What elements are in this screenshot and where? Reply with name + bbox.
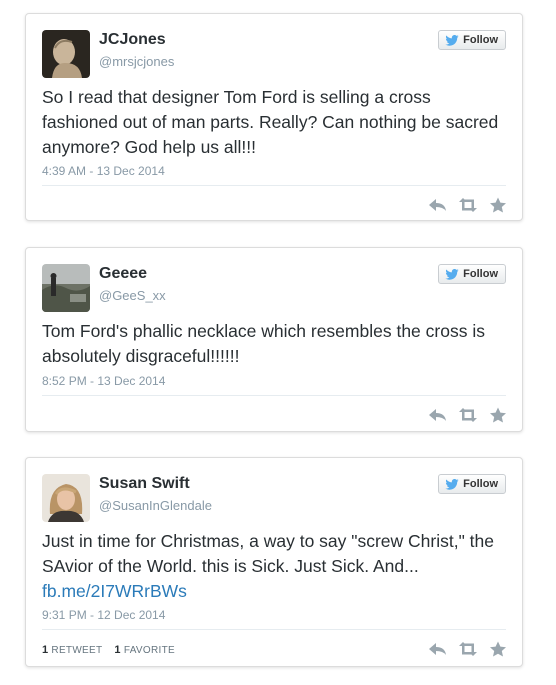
tweet-timestamp[interactable]: 4:39 AM - 13 Dec 2014 [42,164,165,178]
tweet-card-geeee: Geeee @GeeS_xx Follow Tom Ford's phallic… [25,247,523,432]
retweet-count: 1 [42,644,49,656]
retweet-icon[interactable] [458,407,478,423]
reply-icon[interactable] [428,641,448,657]
tweet-text-body: Just in time for Christmas, a way to say… [42,531,494,576]
display-name[interactable]: Geeee [99,265,147,283]
twitter-bird-icon [445,34,459,46]
avatar[interactable] [42,264,90,312]
divider [42,629,506,630]
tweet-card-jcjones: JCJones @mrsjcjones Follow So I read tha… [25,13,523,221]
retweet-stat-label: RETWEET [51,645,103,656]
favorite-icon[interactable] [488,407,508,423]
reply-icon[interactable] [428,197,448,213]
tweet-actions [428,197,508,213]
favorite-icon[interactable] [488,641,508,657]
display-name[interactable]: Susan Swift [99,475,190,493]
tweet-timestamp[interactable]: 8:52 PM - 13 Dec 2014 [42,374,165,388]
tweet-stats: 1 RETWEET 1 FAVORITE [42,644,175,656]
tweet-link[interactable]: fb.me/2I7WRrBWs [42,581,187,601]
reply-icon[interactable] [428,407,448,423]
retweet-icon[interactable] [458,641,478,657]
tweet-text-body: Tom Ford's phallic necklace which resemb… [42,321,485,366]
follow-button[interactable]: Follow [438,474,506,494]
avatar[interactable] [42,30,90,78]
tweet-actions [428,407,508,423]
twitter-bird-icon [445,268,459,280]
display-name[interactable]: JCJones [99,31,166,49]
tweet-text: So I read that designer Tom Ford is sell… [42,85,508,160]
follow-label: Follow [463,34,498,46]
retweet-icon[interactable] [458,197,478,213]
favorite-count: 1 [114,644,121,656]
follow-button[interactable]: Follow [438,264,506,284]
favorite-stat[interactable]: 1 FAVORITE [114,644,175,656]
divider [42,395,506,396]
tweet-actions [428,641,508,657]
twitter-bird-icon [445,478,459,490]
tweet-card-susan-swift: Susan Swift @SusanInGlendale Follow Just… [25,457,523,667]
divider [42,185,506,186]
tweet-text: Just in time for Christmas, a way to say… [42,529,508,604]
avatar[interactable] [42,474,90,522]
user-handle[interactable]: @SusanInGlendale [99,498,212,513]
user-handle[interactable]: @mrsjcjones [99,54,174,69]
favorite-icon[interactable] [488,197,508,213]
follow-label: Follow [463,268,498,280]
user-handle[interactable]: @GeeS_xx [99,288,166,303]
retweet-stat[interactable]: 1 RETWEET [42,644,103,656]
tweet-text: Tom Ford's phallic necklace which resemb… [42,319,508,369]
follow-label: Follow [463,478,498,490]
follow-button[interactable]: Follow [438,30,506,50]
favorite-stat-label: FAVORITE [123,645,175,656]
tweet-text-body: So I read that designer Tom Ford is sell… [42,87,499,157]
tweet-timestamp[interactable]: 9:31 PM - 12 Dec 2014 [42,608,165,622]
